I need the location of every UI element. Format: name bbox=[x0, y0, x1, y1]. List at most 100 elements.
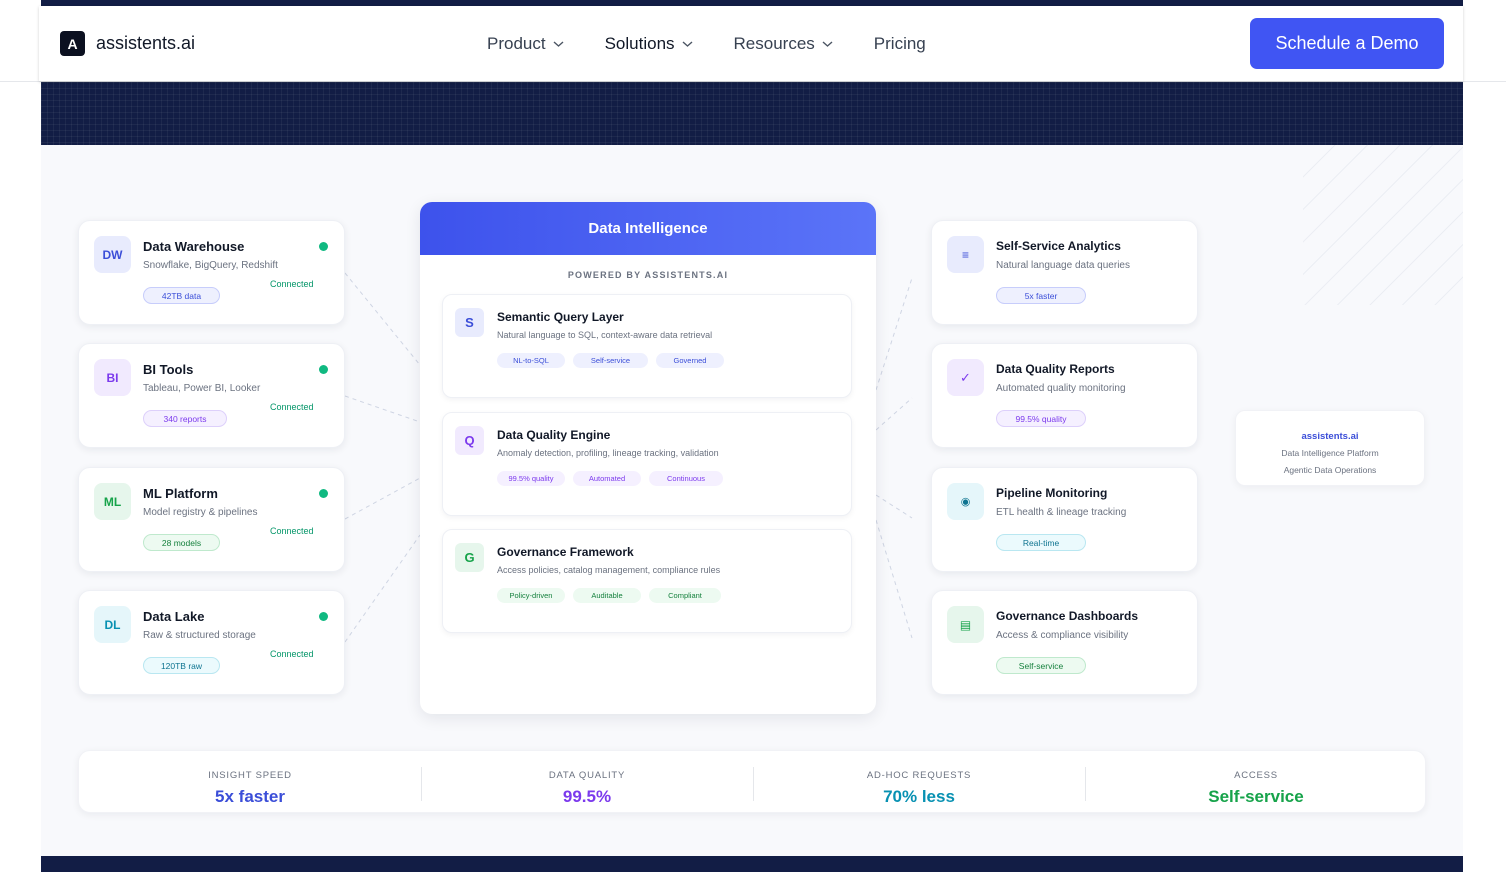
stat-insight-speed: INSIGHT SPEED 5x faster bbox=[79, 751, 421, 814]
output-card-self-service[interactable]: ≡ Self-Service Analytics Natural languag… bbox=[931, 220, 1198, 325]
metric-pill: 340 reports bbox=[143, 410, 227, 427]
logo-mark-icon: A bbox=[60, 31, 85, 56]
stat-value: Self-service bbox=[1208, 787, 1304, 806]
output-card-quality-reports[interactable]: ✓ Data Quality Reports Automated quality… bbox=[931, 343, 1198, 448]
source-title: Data Warehouse bbox=[143, 239, 245, 254]
source-subtitle: Tableau, Power BI, Looker bbox=[143, 383, 261, 394]
nav-pricing-label: Pricing bbox=[873, 34, 926, 53]
layer-badge: G bbox=[455, 543, 484, 572]
layer-tag: Continuous bbox=[649, 471, 723, 486]
nav-solutions-label: Solutions bbox=[604, 34, 675, 53]
metric-pill: Self-service bbox=[996, 657, 1086, 674]
panel-title: Data Intelligence bbox=[420, 202, 876, 255]
status-text: Connected bbox=[270, 279, 314, 289]
chevron-down-icon bbox=[553, 41, 564, 47]
chevron-down-icon bbox=[822, 41, 833, 47]
nav-pricing[interactable]: Pricing bbox=[874, 34, 926, 54]
layer-title: Data Quality Engine bbox=[497, 428, 611, 442]
nav-product-label: Product bbox=[487, 34, 546, 53]
output-card-pipeline-monitoring[interactable]: ◉ Pipeline Monitoring ETL health & linea… bbox=[931, 467, 1198, 572]
data-intelligence-panel: Data Intelligence POWERED BY ASSISTENTS.… bbox=[420, 202, 876, 714]
source-subtitle: Raw & structured storage bbox=[143, 630, 256, 641]
layer-tag: Automated bbox=[573, 471, 641, 486]
layer-tag: 99.5% quality bbox=[497, 471, 565, 486]
stat-value: 5x faster bbox=[215, 787, 285, 806]
status-dot-icon bbox=[319, 242, 328, 251]
stat-data-quality: DATA QUALITY 99.5% bbox=[421, 751, 753, 814]
stat-label: DATA QUALITY bbox=[548, 770, 626, 781]
layer-data-quality[interactable]: Q Data Quality Engine Anomaly detection,… bbox=[442, 412, 852, 516]
list-icon: ≡ bbox=[947, 236, 984, 273]
output-card-governance-dashboards[interactable]: ▤ Governance Dashboards Access & complia… bbox=[931, 590, 1198, 695]
stat-label: ACCESS bbox=[1234, 770, 1278, 781]
metric-pill: Real-time bbox=[996, 534, 1086, 551]
layer-badge: Q bbox=[455, 426, 484, 455]
source-title: ML Platform bbox=[143, 486, 218, 501]
source-card-bi-tools[interactable]: BI BI Tools Tableau, Power BI, Looker Co… bbox=[78, 343, 345, 448]
nav-solutions[interactable]: Solutions bbox=[605, 34, 694, 54]
chevron-down-icon bbox=[682, 41, 692, 47]
platform-name: assistents.ai bbox=[1301, 431, 1359, 442]
output-title: Self-Service Analytics bbox=[996, 239, 1121, 253]
stat-value: 70% less bbox=[883, 787, 955, 806]
layer-title: Governance Framework bbox=[497, 545, 634, 559]
stat-value: 99.5% bbox=[562, 787, 612, 806]
layer-tag: Governed bbox=[656, 353, 724, 368]
source-badge: DL bbox=[94, 606, 131, 643]
output-subtitle: Access & compliance visibility bbox=[996, 630, 1129, 641]
source-badge: ML bbox=[94, 483, 131, 520]
output-subtitle: Automated quality monitoring bbox=[996, 383, 1126, 394]
layer-badge: S bbox=[455, 308, 484, 337]
monitor-icon: ◉ bbox=[947, 483, 984, 520]
platform-line-2: Agentic Data Operations bbox=[1283, 465, 1377, 475]
output-title: Data Quality Reports bbox=[996, 362, 1115, 376]
source-card-ml-platform[interactable]: ML ML Platform Model registry & pipeline… bbox=[78, 467, 345, 572]
check-icon: ✓ bbox=[947, 359, 984, 396]
platform-line-1: Data Intelligence Platform bbox=[1281, 448, 1379, 458]
stat-access: ACCESS Self-service bbox=[1085, 751, 1427, 814]
output-subtitle: Natural language data queries bbox=[996, 260, 1130, 271]
stats-bar: INSIGHT SPEED 5x faster DATA QUALITY 99.… bbox=[78, 750, 1426, 813]
stat-adhoc-requests: AD-HOC REQUESTS 70% less bbox=[753, 751, 1085, 814]
layer-tag: Auditable bbox=[573, 588, 641, 603]
nav-resources-label: Resources bbox=[733, 34, 815, 53]
source-subtitle: Snowflake, BigQuery, Redshift bbox=[143, 260, 278, 271]
schedule-demo-button[interactable]: Schedule a Demo bbox=[1250, 18, 1444, 69]
source-subtitle: Model registry & pipelines bbox=[143, 507, 258, 518]
source-title: BI Tools bbox=[143, 362, 194, 377]
stat-label: AD-HOC REQUESTS bbox=[866, 770, 972, 781]
status-text: Connected bbox=[270, 526, 314, 536]
output-title: Pipeline Monitoring bbox=[996, 486, 1108, 500]
metric-pill: 5x faster bbox=[996, 287, 1086, 304]
metric-pill: 42TB data bbox=[143, 287, 220, 304]
source-title: Data Lake bbox=[143, 609, 205, 624]
powered-by-label: POWERED BY ASSISTENTS.AI bbox=[567, 270, 729, 280]
layer-title: Semantic Query Layer bbox=[497, 310, 624, 324]
metric-pill: 28 models bbox=[143, 534, 220, 551]
brand-logo[interactable]: A assistents.ai bbox=[60, 31, 195, 56]
layer-semantic-query[interactable]: S Semantic Query Layer Natural language … bbox=[442, 294, 852, 398]
source-card-data-lake[interactable]: DL Data Lake Raw & structured storage Co… bbox=[78, 590, 345, 695]
nav-links: Product Solutions Resources Pricing bbox=[487, 34, 966, 54]
layer-tag: Policy-driven bbox=[497, 588, 565, 603]
output-title: Governance Dashboards bbox=[996, 609, 1139, 623]
nav-resources[interactable]: Resources bbox=[734, 34, 834, 54]
layer-subtitle: Anomaly detection, profiling, lineage tr… bbox=[497, 448, 719, 458]
layer-tag: Compliant bbox=[649, 588, 721, 603]
source-badge: BI bbox=[94, 359, 131, 396]
layer-tag: Self-service bbox=[573, 353, 648, 368]
layer-tag: NL-to-SQL bbox=[497, 353, 565, 368]
nav-product[interactable]: Product bbox=[487, 34, 565, 54]
layer-governance[interactable]: G Governance Framework Access policies, … bbox=[442, 529, 852, 633]
stat-label: INSIGHT SPEED bbox=[208, 770, 292, 781]
status-dot-icon bbox=[319, 489, 328, 498]
status-text: Connected bbox=[270, 649, 314, 659]
status-dot-icon bbox=[319, 365, 328, 374]
output-subtitle: ETL health & lineage tracking bbox=[996, 507, 1127, 518]
metric-pill: 99.5% quality bbox=[996, 410, 1086, 427]
dashboard-icon: ▤ bbox=[947, 606, 984, 643]
status-text: Connected bbox=[270, 402, 314, 412]
layer-subtitle: Access policies, catalog management, com… bbox=[497, 565, 721, 575]
source-card-data-warehouse[interactable]: DW Data Warehouse Snowflake, BigQuery, R… bbox=[78, 220, 345, 325]
metric-pill: 120TB raw bbox=[143, 657, 220, 674]
